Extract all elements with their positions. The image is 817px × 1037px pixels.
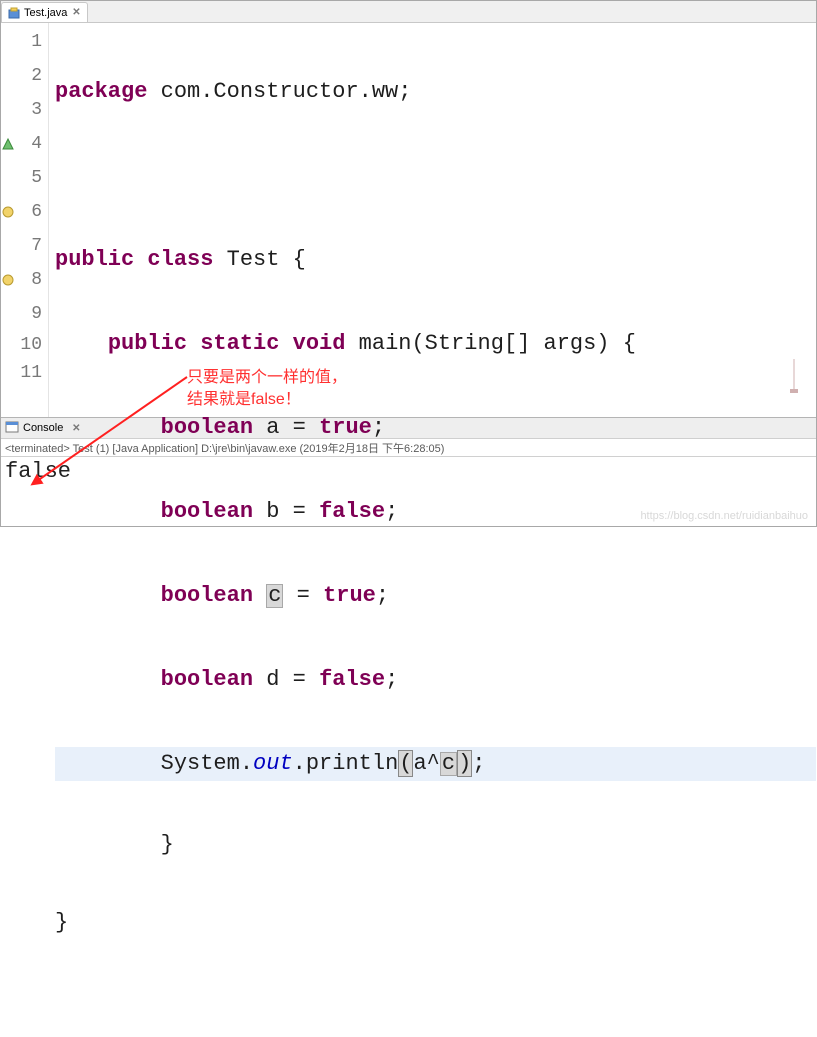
line-number-gutter: 1 2 3 4 5 6 7 8 9 10 11 xyxy=(1,23,49,417)
warning-marker-icon xyxy=(1,205,15,219)
annotation-text: 只要是两个一样的值， 结果就是false！ xyxy=(187,367,347,411)
code-editor[interactable]: 1 2 3 4 5 6 7 8 9 10 11 package com.Cons… xyxy=(1,23,816,417)
line-number: 9 xyxy=(1,297,48,331)
code-line: boolean d = false; xyxy=(55,663,816,697)
occurrence-highlight: c xyxy=(440,752,457,776)
fold-region-decorator-icon xyxy=(790,359,798,393)
bracket-match: ) xyxy=(457,750,472,777)
line-number: 4 xyxy=(1,127,48,161)
code-area[interactable]: package com.Constructor.ww; public class… xyxy=(49,23,816,417)
tab-label: Test.java xyxy=(24,7,67,19)
code-line: boolean c = true; xyxy=(55,579,816,613)
line-number: 3 xyxy=(1,93,48,127)
watermark: https://blog.csdn.net/ruidianbaihuo xyxy=(640,510,808,522)
bracket-match: ( xyxy=(398,750,413,777)
line-number: 2 xyxy=(1,59,48,93)
editor-tab-bar: Test.java ✕ xyxy=(1,1,816,23)
annotation-line: 结果就是false！ xyxy=(187,389,347,411)
line-number: 7 xyxy=(1,229,48,263)
code-line: public class Test { xyxy=(55,243,816,277)
close-icon[interactable]: ✕ xyxy=(71,8,81,18)
line-number: 1 xyxy=(1,25,48,59)
line-number: 6 xyxy=(1,195,48,229)
code-line: public static void main(String[] args) { xyxy=(55,327,816,361)
annotation-line: 只要是两个一样的值， xyxy=(187,367,347,389)
warning-marker-icon xyxy=(1,273,15,287)
line-number: 5 xyxy=(1,161,48,195)
line-number: 8 xyxy=(1,263,48,297)
line-number: 10 xyxy=(1,331,48,359)
java-file-icon xyxy=(8,7,20,19)
code-line: package com.Constructor.ww; xyxy=(55,75,816,109)
code-line: } xyxy=(55,909,816,937)
code-line: boolean a = true; xyxy=(55,411,816,445)
code-line xyxy=(55,159,816,193)
occurrence-highlight: c xyxy=(266,584,283,608)
override-marker-icon xyxy=(1,137,15,151)
console-icon xyxy=(5,420,19,437)
current-line: System.out.println(a^c); xyxy=(55,747,816,781)
line-number: 11 xyxy=(1,359,48,387)
tab-test-java[interactable]: Test.java ✕ xyxy=(1,2,88,22)
code-line: } xyxy=(55,831,816,859)
